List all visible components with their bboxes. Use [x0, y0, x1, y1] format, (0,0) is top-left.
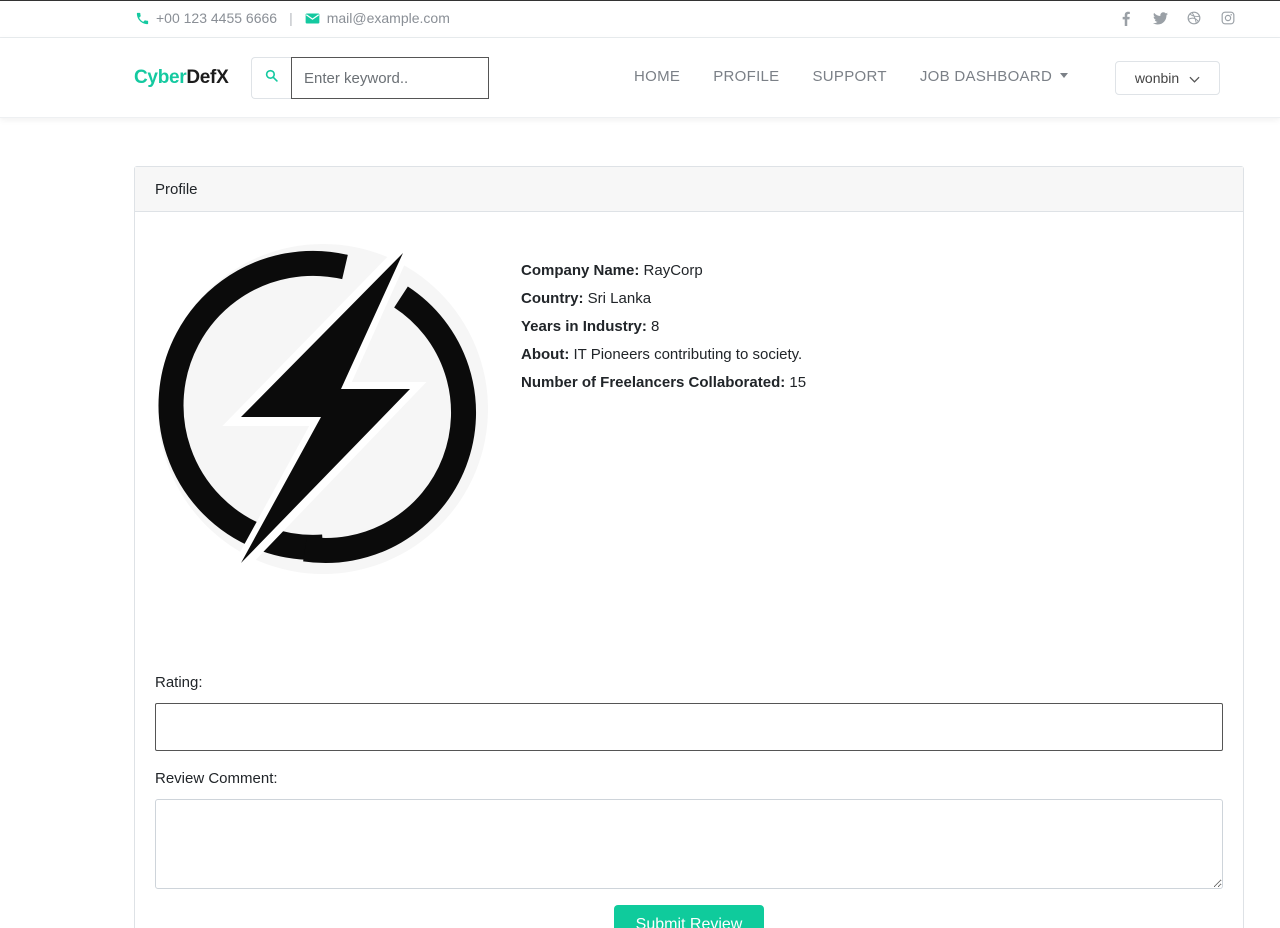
years-value: 8 — [651, 318, 660, 335]
brand-part-1: Cyber — [134, 67, 187, 88]
country-value: Sri Lanka — [587, 290, 652, 307]
nav-support[interactable]: SUPPORT — [813, 68, 887, 85]
review-comment-label: Review Comment: — [155, 770, 278, 787]
nav-job-dashboard[interactable]: JOB DASHBOARD — [919, 68, 1069, 85]
review-comment-input[interactable] — [155, 799, 1223, 889]
main-nav: HOME PROFILE SUPPORT JOB DASHBOARD — [634, 68, 1101, 85]
mail-icon — [305, 10, 321, 26]
contact-separator: | — [289, 10, 293, 26]
about-value: IT Pioneers contributing to society. — [573, 346, 803, 363]
email-address: mail@example.com — [326, 10, 450, 26]
detail-years: Years in Industry: 8 — [521, 313, 806, 341]
detail-freelancers: Number of Freelancers Collaborated: 15 — [521, 369, 806, 397]
profile-card: Profile Company Name: RayCorp Country: S… — [134, 166, 1244, 928]
caret-down-icon — [1060, 72, 1069, 78]
company-name-value: RayCorp — [643, 262, 703, 279]
facebook-icon[interactable] — [1118, 10, 1134, 26]
search-button[interactable] — [251, 57, 291, 99]
detail-company-name: Company Name: RayCorp — [521, 257, 806, 285]
nav-profile[interactable]: PROFILE — [713, 68, 779, 85]
country-label: Country: — [521, 290, 584, 307]
detail-country: Country: Sri Lanka — [521, 285, 806, 313]
freelancers-label: Number of Freelancers Collaborated: — [521, 374, 786, 391]
rating-label: Rating: — [155, 674, 203, 691]
instagram-icon[interactable] — [1220, 10, 1236, 26]
user-name: wonbin — [1134, 70, 1180, 86]
freelancers-value: 15 — [789, 374, 807, 391]
contact-info: +00 123 4455 6666 | mail@example.com — [134, 10, 450, 26]
twitter-icon[interactable] — [1152, 10, 1168, 26]
card-header: Profile — [135, 167, 1243, 212]
nav-job-dashboard-label: JOB DASHBOARD — [919, 68, 1053, 85]
company-logo — [155, 231, 491, 591]
submit-review-button[interactable]: Submit Review — [614, 905, 764, 928]
brand-logo[interactable]: CyberDefX — [134, 67, 229, 89]
years-label: Years in Industry: — [521, 318, 647, 335]
about-label: About: — [521, 346, 570, 363]
search-bar — [251, 57, 489, 99]
chevron-down-icon — [1189, 70, 1200, 86]
rating-input[interactable] — [155, 703, 1223, 751]
search-icon — [265, 69, 278, 87]
company-name-label: Company Name: — [521, 262, 640, 279]
phone-number: +00 123 4455 6666 — [156, 10, 278, 26]
phone-icon — [134, 10, 150, 26]
top-info-bar: +00 123 4455 6666 | mail@example.com — [0, 0, 1280, 38]
company-details: Company Name: RayCorp Country: Sri Lanka… — [521, 257, 806, 397]
user-menu-button[interactable]: wonbin — [1115, 61, 1220, 95]
dribbble-icon[interactable] — [1186, 10, 1202, 26]
detail-about: About: IT Pioneers contributing to socie… — [521, 341, 806, 369]
nav-home[interactable]: HOME — [634, 68, 680, 85]
search-input[interactable] — [291, 57, 489, 99]
social-links — [1118, 10, 1236, 26]
main-navbar: CyberDefX HOME PROFILE SUPPORT JOB DASHB… — [0, 38, 1280, 118]
brand-part-2: DefX — [186, 67, 229, 88]
